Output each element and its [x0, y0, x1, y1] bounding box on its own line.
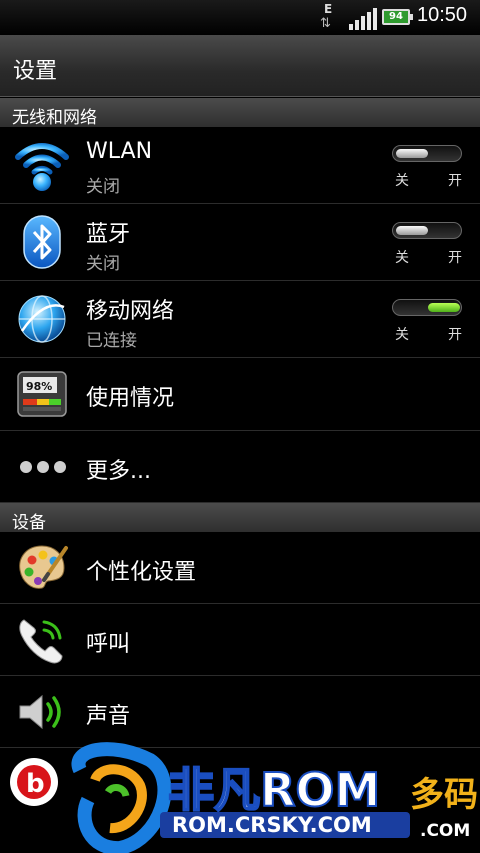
section-header-device: 设备: [0, 503, 480, 533]
watermark-url: ROM.CRSKY.COM: [172, 813, 372, 837]
settings-item-more[interactable]: 更多...: [0, 431, 480, 503]
wlan-toggle[interactable]: 关 开: [392, 145, 462, 191]
settings-item-personalize[interactable]: 个性化设置: [0, 532, 480, 604]
toggle-on-label: 开: [448, 327, 462, 343]
mobile-network-status: 已连接: [86, 331, 137, 351]
section-title: 无线和网络: [12, 108, 97, 128]
battery-icon: 94: [382, 9, 413, 25]
network-type-label: E: [324, 2, 333, 16]
section-header-wireless: 无线和网络: [0, 98, 480, 128]
settings-item-sound[interactable]: 声音: [0, 676, 480, 748]
watermark-brand: 非凡ROM: [168, 763, 380, 817]
toggle-on-label: 开: [448, 250, 462, 266]
wifi-icon: [15, 143, 69, 191]
settings-item-data-usage[interactable]: 98% 使用情况: [0, 358, 480, 431]
title-bar: 设置: [0, 35, 480, 97]
sound-label: 声音: [86, 704, 131, 729]
bluetooth-status: 关闭: [86, 254, 120, 274]
page-title: 设置: [13, 59, 58, 84]
mobile-network-label: 移动网络: [86, 299, 175, 324]
mobile-network-toggle[interactable]: 关 开: [392, 299, 462, 345]
data-usage-label: 使用情况: [86, 386, 175, 411]
palette-icon: [19, 545, 68, 589]
section-title: 设备: [12, 513, 46, 533]
data-usage-icon: 98%: [17, 371, 67, 417]
signal-strength-icon: [349, 8, 377, 30]
toggle-on-label: 开: [448, 173, 462, 189]
more-label: 更多...: [86, 459, 151, 484]
toggle-off-label: 关: [395, 250, 409, 266]
data-arrows-icon: ⇅: [320, 16, 331, 31]
watermark-logo: b 非凡ROM ROM.CRSKY.COM 多码 .COM: [6, 742, 478, 853]
network-type-icon: E ⇅: [318, 2, 344, 32]
watermark-right-sub: .COM: [420, 821, 470, 841]
battery-level: 94: [389, 11, 403, 22]
svg-text:b: b: [26, 769, 45, 799]
bluetooth-toggle[interactable]: 关 开: [392, 222, 462, 268]
settings-item-bluetooth[interactable]: 蓝牙 关闭 关 开: [0, 204, 480, 281]
status-bar: E ⇅ 94 10:50: [0, 0, 480, 35]
call-label: 呼叫: [86, 632, 131, 657]
more-dots-icon: [20, 461, 66, 473]
bluetooth-icon: [23, 215, 61, 269]
settings-item-call[interactable]: 呼叫: [0, 604, 480, 676]
clock: 10:50: [417, 4, 468, 26]
settings-item-wlan[interactable]: WLAN 关闭 关 开: [0, 127, 480, 204]
watermark-right-text: 多码: [410, 775, 478, 815]
personalize-label: 个性化设置: [86, 560, 197, 585]
toggle-off-label: 关: [395, 173, 409, 189]
toggle-off-label: 关: [395, 327, 409, 343]
usage-percent-text: 98%: [26, 380, 52, 393]
globe-icon: [18, 295, 66, 343]
settings-item-mobile-network[interactable]: 移动网络 已连接 关 开: [0, 281, 480, 358]
bluetooth-label: 蓝牙: [86, 222, 131, 247]
phone-icon: [19, 619, 63, 664]
wlan-status: 关闭: [86, 177, 120, 197]
wlan-label: WLAN: [86, 139, 153, 164]
speaker-icon: [19, 694, 61, 730]
